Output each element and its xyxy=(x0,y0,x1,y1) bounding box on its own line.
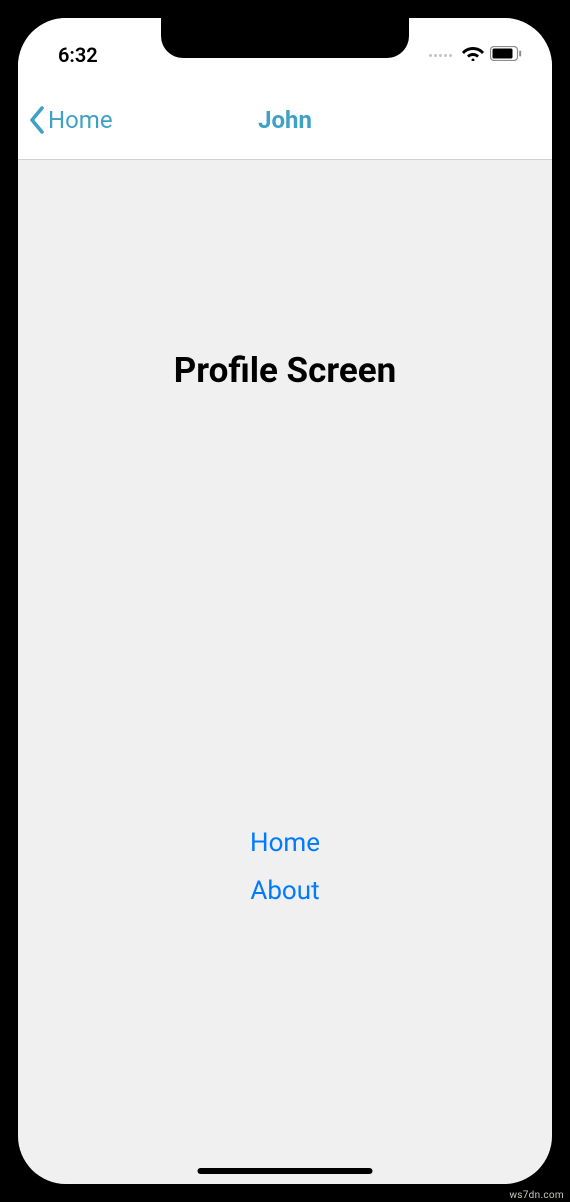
device-notch xyxy=(161,18,409,58)
device-frame: 6:32 xyxy=(0,0,570,1202)
home-indicator[interactable] xyxy=(198,1168,373,1174)
watermark: ws7dn.com xyxy=(509,1190,564,1201)
home-link[interactable]: Home xyxy=(250,828,320,858)
status-time: 6:32 xyxy=(58,43,98,67)
wifi-icon xyxy=(462,45,484,65)
chevron-left-icon xyxy=(28,105,46,135)
battery-icon xyxy=(490,46,522,65)
back-label: Home xyxy=(48,106,113,134)
link-group: Home About xyxy=(250,828,320,906)
screen: 6:32 xyxy=(18,18,552,1184)
nav-title: John xyxy=(258,106,312,134)
navigation-bar: Home John xyxy=(18,80,552,160)
content-area: Profile Screen Home About xyxy=(18,160,552,1184)
status-icons xyxy=(429,45,522,65)
cellular-dots-icon xyxy=(429,54,452,57)
back-button[interactable]: Home xyxy=(28,105,113,135)
about-link[interactable]: About xyxy=(250,876,319,906)
page-heading: Profile Screen xyxy=(174,350,397,391)
